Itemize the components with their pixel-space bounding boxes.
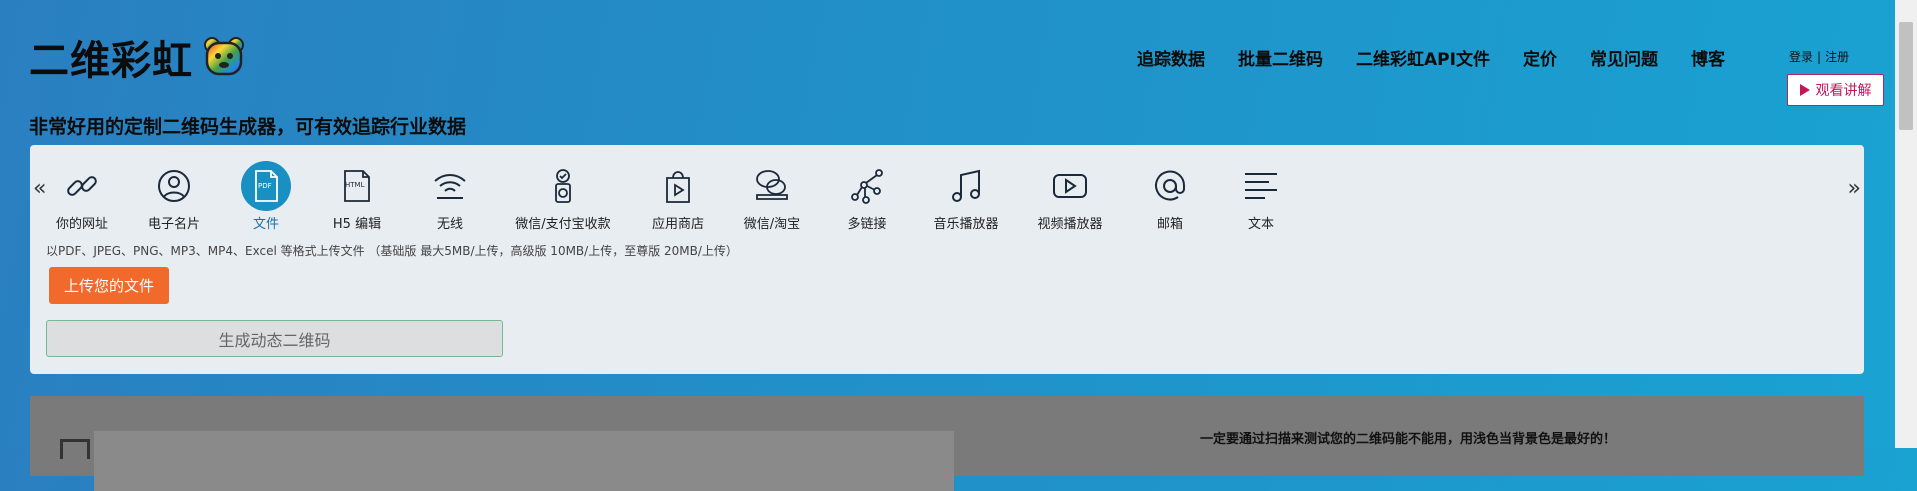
pdf-file-icon: PDF	[255, 170, 278, 202]
register-link[interactable]: 注册	[1825, 50, 1849, 64]
nav-tracking[interactable]: 追踪数据	[1137, 45, 1205, 70]
upload-file-button[interactable]: 上传您的文件	[49, 267, 169, 304]
nav-faq[interactable]: 常见问题	[1590, 45, 1658, 70]
preview-card	[94, 431, 954, 491]
wechat-icon	[756, 170, 788, 200]
type-multi-link[interactable]: 多链接	[812, 161, 922, 232]
play-icon	[1799, 84, 1810, 96]
type-label: 文本	[1247, 217, 1274, 232]
scan-test-note: 一定要通过扫描来测试您的二维码能不能用，用浅色当背景色是最好的！	[1200, 432, 1617, 447]
qr-type-list: 你的网址 电子名片 PDF 文件 HTML H5 编辑 无线 微信/支付宝收款 …	[30, 161, 1864, 232]
type-payment[interactable]: 微信/支付宝收款	[508, 161, 618, 232]
tagline: 非常好用的定制二维码生成器，可有效追踪行业数据	[29, 116, 467, 138]
email-icon	[1155, 170, 1186, 201]
watch-tutorial-button[interactable]: 观看讲解	[1787, 74, 1884, 106]
type-wifi[interactable]: 无线	[395, 161, 505, 232]
type-label: 多链接	[847, 217, 887, 232]
nav-blog[interactable]: 博客	[1691, 45, 1725, 70]
text-icon	[1245, 173, 1277, 199]
video-icon	[1053, 174, 1087, 198]
type-text[interactable]: 文本	[1206, 161, 1316, 232]
page-scrollbar[interactable]	[1895, 0, 1917, 448]
multi-link-icon	[851, 169, 883, 204]
auth-links: 登录 | 注册	[1787, 48, 1851, 65]
svg-text:PDF: PDF	[258, 182, 272, 190]
login-link[interactable]: 登录	[1789, 50, 1813, 64]
upload-hint: 以PDF、JPEG、PNG、MP3、MP4、Excel 等格式上传文件 （基础版…	[46, 244, 738, 258]
brand-name: 二维彩虹	[29, 38, 193, 84]
type-label: 微信/淘宝	[743, 217, 801, 232]
watch-tutorial-label: 观看讲解	[1815, 83, 1872, 99]
generator-panel: « » 你的网址 电子名片 PDF 文件 HTML H5 编辑 无线 微信/支付…	[30, 145, 1864, 374]
nav-batch-qr[interactable]: 批量二维码	[1238, 45, 1323, 70]
app-store-icon	[666, 171, 690, 203]
wifi-icon	[434, 174, 466, 199]
qr-corner-icon	[60, 439, 90, 459]
type-label: 视频播放器	[1037, 217, 1103, 232]
main-nav: 追踪数据 批量二维码 二维彩虹API文件 定价 常见问题 博客	[1137, 45, 1758, 70]
link-icon	[67, 176, 97, 196]
svg-text:HTML: HTML	[345, 181, 365, 189]
generate-dynamic-qr-button[interactable]: 生成动态二维码	[46, 320, 503, 357]
preview-section: 一定要通过扫描来测试您的二维码能不能用，用浅色当背景色是最好的！	[30, 396, 1864, 491]
type-music[interactable]: 音乐播放器	[911, 161, 1021, 232]
music-icon	[952, 169, 980, 202]
type-label: 无线	[436, 217, 463, 232]
type-label: 微信/支付宝收款	[515, 217, 611, 232]
nav-api-docs[interactable]: 二维彩虹API文件	[1356, 45, 1490, 70]
type-label: 音乐播放器	[933, 217, 999, 232]
payment-icon	[555, 169, 571, 203]
rainbow-bear-logo-icon	[204, 37, 244, 76]
nav-pricing[interactable]: 定价	[1523, 45, 1557, 70]
type-wechat-taobao[interactable]: 微信/淘宝	[717, 161, 827, 232]
user-icon	[158, 170, 190, 202]
type-video[interactable]: 视频播放器	[1015, 161, 1125, 232]
html-file-icon: HTML	[344, 170, 370, 202]
auth-separator: |	[1817, 50, 1822, 64]
logo[interactable]: 二维彩虹	[29, 28, 245, 86]
scrollbar-thumb[interactable]	[1899, 22, 1913, 130]
